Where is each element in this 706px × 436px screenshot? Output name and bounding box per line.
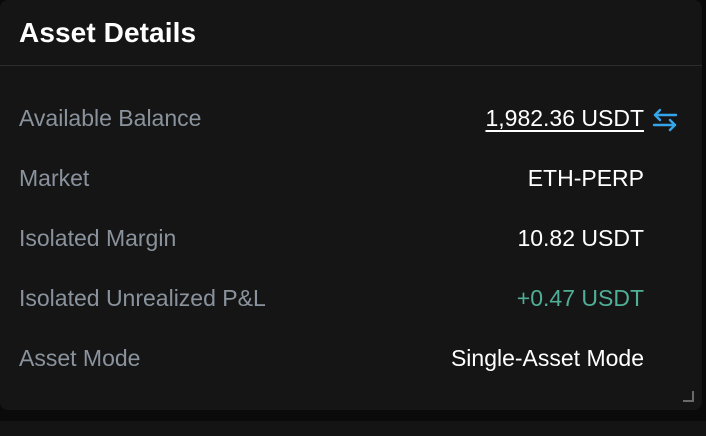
isolated-margin-value: 10.82 USDT [517, 225, 644, 251]
unrealized-pnl-label: Isolated Unrealized P&L [19, 285, 266, 311]
market-value: ETH-PERP [527, 165, 644, 191]
asset-mode-value: Single-Asset Mode [450, 345, 644, 371]
panel-header: Asset Details [0, 0, 702, 66]
unrealized-pnl-value: +0.47 USDT [516, 285, 644, 311]
row-available-balance: Available Balance 1,982.36 USDT [0, 90, 702, 150]
available-balance-value[interactable]: 1,982.36 USDT [485, 105, 644, 132]
row-asset-mode: Asset Mode Single-Asset Mode [0, 330, 702, 390]
row-market: Market ETH-PERP [0, 150, 702, 210]
row-unrealized-pnl: Isolated Unrealized P&L +0.47 USDT [0, 270, 702, 330]
asset-details-list: Available Balance 1,982.36 USDT Market E… [0, 90, 702, 390]
available-balance-label: Available Balance [19, 105, 202, 131]
panel-title: Asset Details [19, 16, 197, 48]
isolated-margin-label: Isolated Margin [19, 225, 177, 251]
swap-arrows-icon[interactable] [652, 107, 678, 133]
row-isolated-margin: Isolated Margin 10.82 USDT [0, 210, 702, 270]
asset-mode-label: Asset Mode [19, 345, 141, 371]
resize-grip-icon[interactable] [682, 390, 694, 402]
asset-details-panel: Asset Details Available Balance 1,982.36… [0, 0, 702, 410]
bottom-panel-edge [0, 421, 706, 436]
market-label: Market [19, 165, 90, 191]
